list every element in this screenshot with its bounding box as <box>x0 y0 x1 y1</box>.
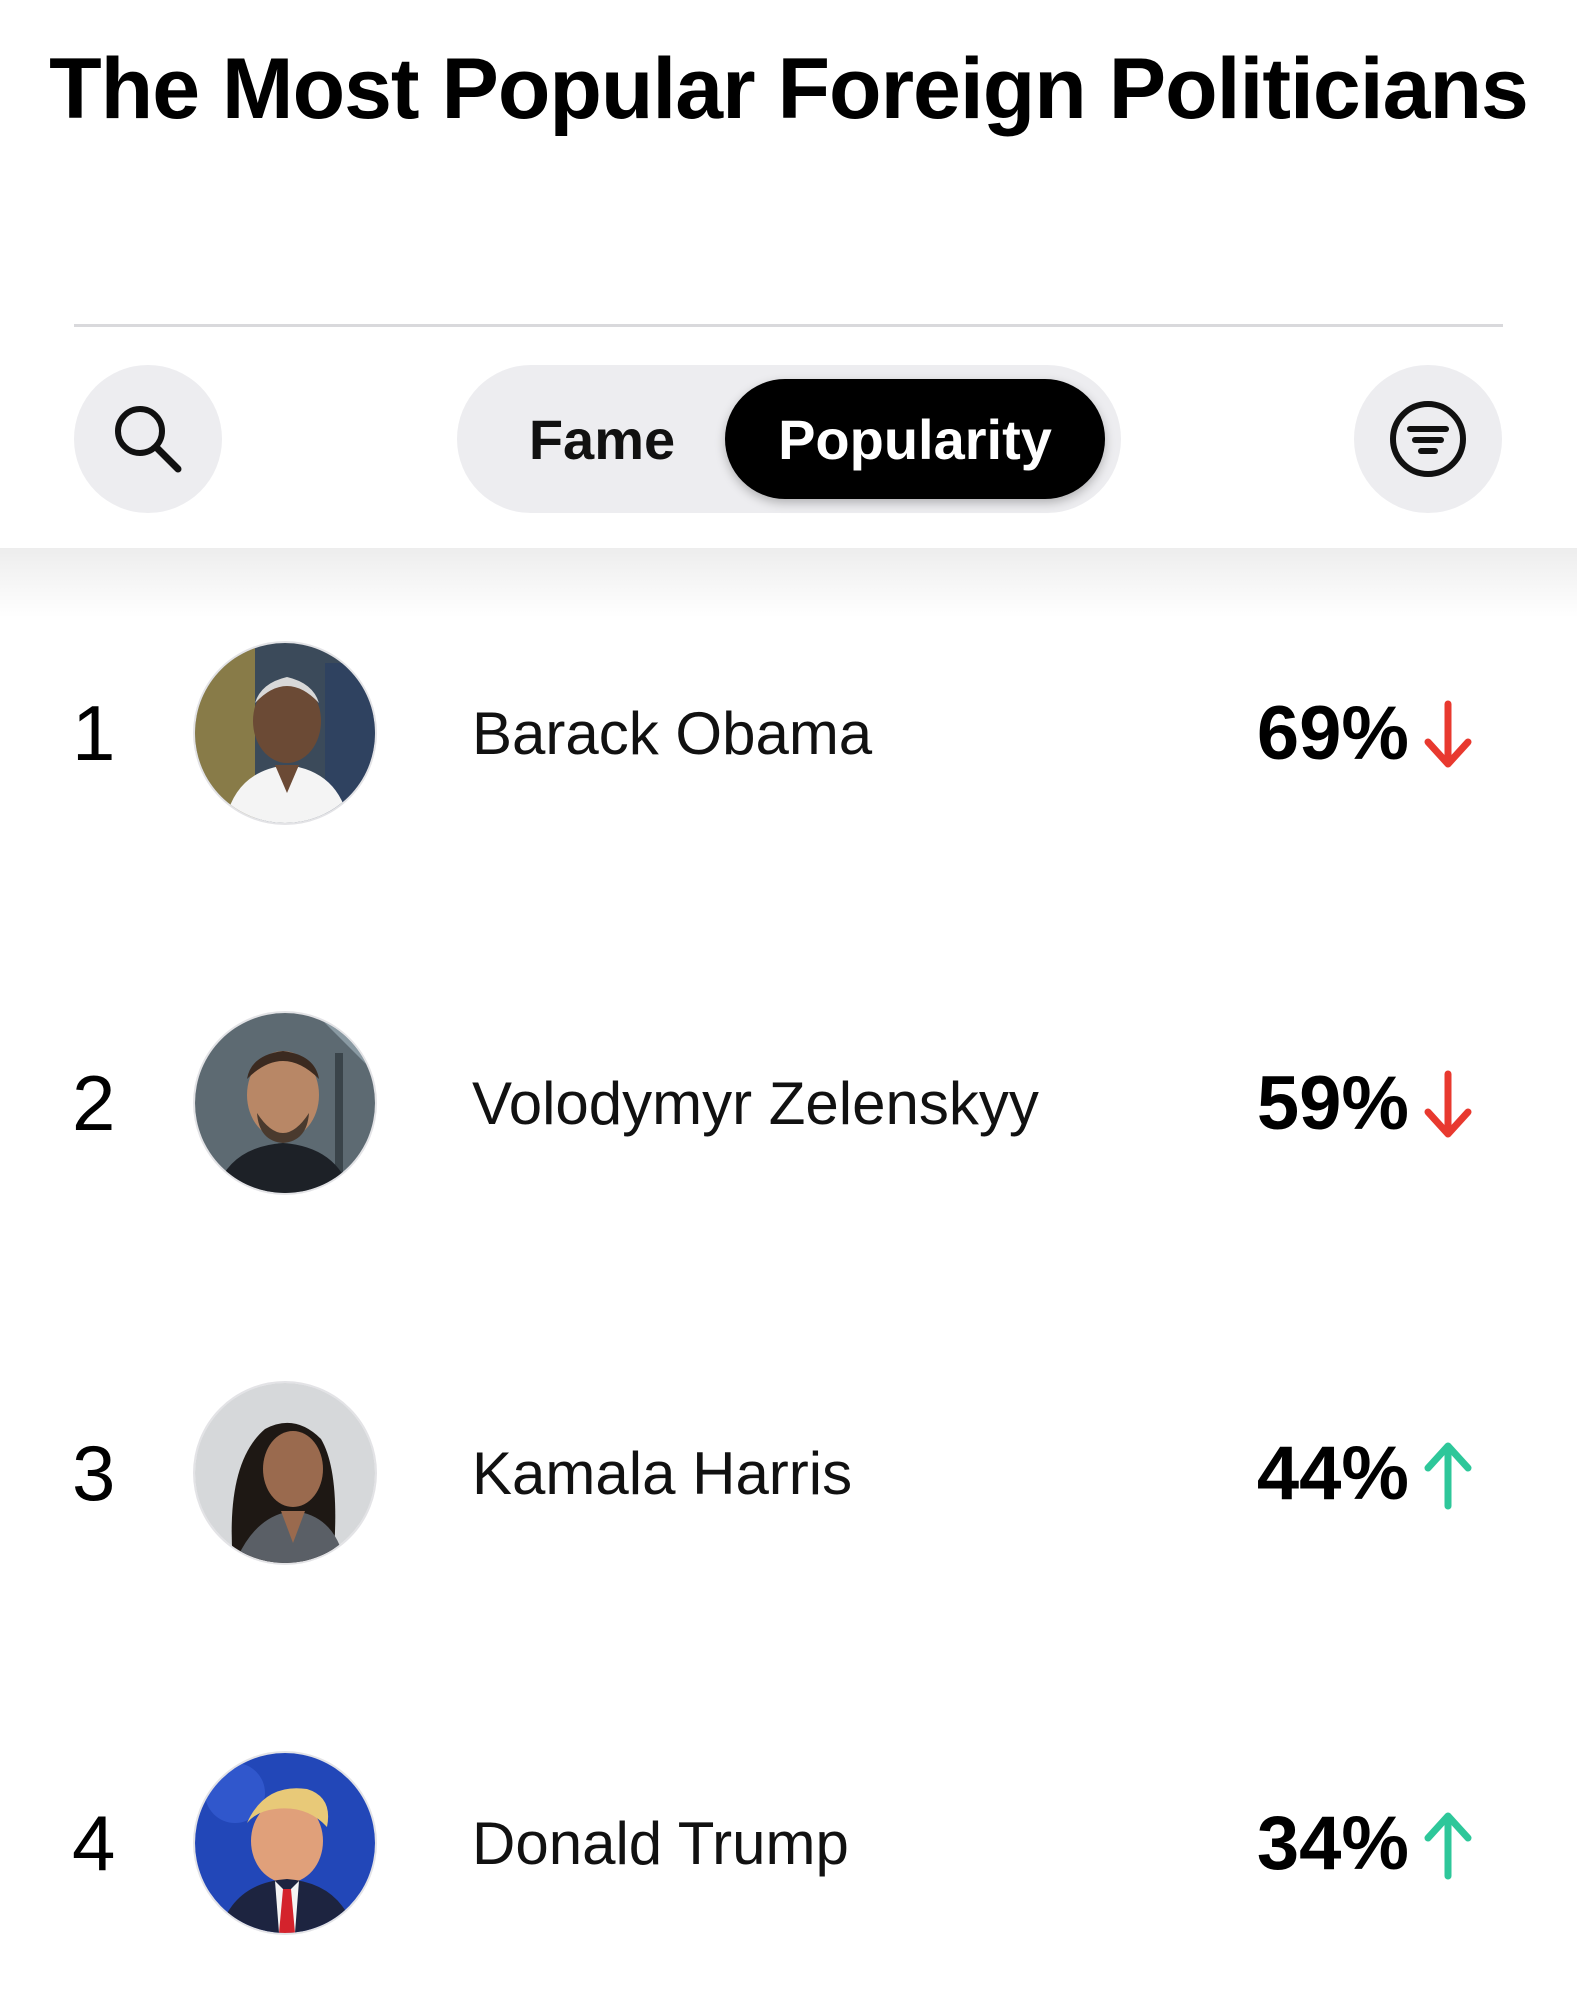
rank-number: 3 <box>72 1428 116 1517</box>
rank-number: 1 <box>72 688 116 777</box>
popularity-percent: 44% <box>1256 1430 1409 1516</box>
page-title: The Most Popular Foreign Politicians <box>49 41 1529 137</box>
search-button[interactable] <box>74 365 222 513</box>
ranking-row[interactable]: 3 Kamala Harris 44% <box>0 1378 1577 1568</box>
metric-toggle: Fame Popularity <box>457 365 1121 513</box>
ranking-row[interactable]: 2 Volodymyr Zelenskyy 59% <box>0 1008 1577 1198</box>
avatar <box>193 641 377 825</box>
filter-lines-icon <box>1390 401 1466 477</box>
popularity-percent: 59% <box>1256 1060 1409 1146</box>
arrow-up-icon <box>1424 1442 1472 1510</box>
arrow-down-icon <box>1424 700 1472 768</box>
title-divider <box>74 324 1503 327</box>
header-shadow <box>0 548 1577 618</box>
politician-name: Donald Trump <box>472 1809 849 1877</box>
rank-number: 2 <box>72 1058 116 1147</box>
tab-fame[interactable]: Fame <box>487 379 717 499</box>
page: The Most Popular Foreign Politicians Fam… <box>0 0 1577 2000</box>
avatar <box>193 1381 377 1565</box>
avatar <box>193 1751 377 1935</box>
tab-popularity[interactable]: Popularity <box>725 379 1105 499</box>
rank-number: 4 <box>72 1798 116 1887</box>
avatar <box>193 1011 377 1195</box>
ranking-row[interactable]: 1 Barack Obama 69% <box>0 638 1577 828</box>
politician-name: Kamala Harris <box>472 1439 853 1507</box>
ranking-row[interactable]: 4 Donald Trump 34% <box>0 1748 1577 1938</box>
arrow-down-icon <box>1424 1070 1472 1138</box>
popularity-percent: 69% <box>1256 690 1409 776</box>
search-icon <box>115 406 182 473</box>
popularity-percent: 34% <box>1256 1800 1409 1886</box>
filter-button[interactable] <box>1354 365 1502 513</box>
arrow-up-icon <box>1424 1812 1472 1880</box>
politician-name: Volodymyr Zelenskyy <box>472 1069 1039 1137</box>
politician-name: Barack Obama <box>472 699 873 767</box>
